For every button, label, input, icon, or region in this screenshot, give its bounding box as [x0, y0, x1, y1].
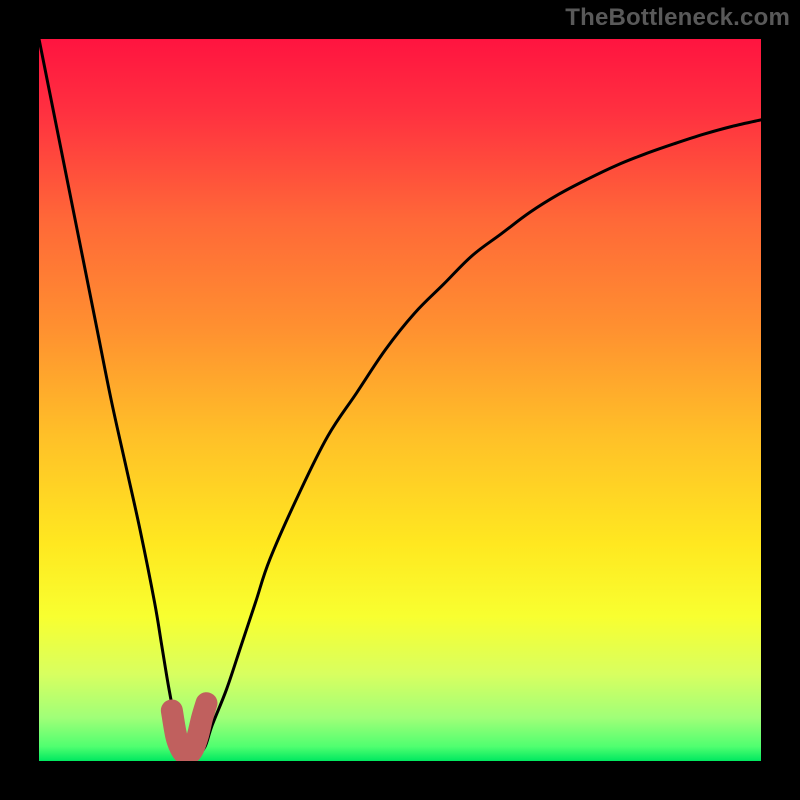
valley-highlight — [172, 703, 207, 754]
chart-stage: TheBottleneck.com — [0, 0, 800, 800]
main-curve — [39, 39, 761, 755]
plot-area — [39, 39, 761, 761]
curve-layer — [39, 39, 761, 761]
attribution-watermark: TheBottleneck.com — [565, 4, 790, 32]
